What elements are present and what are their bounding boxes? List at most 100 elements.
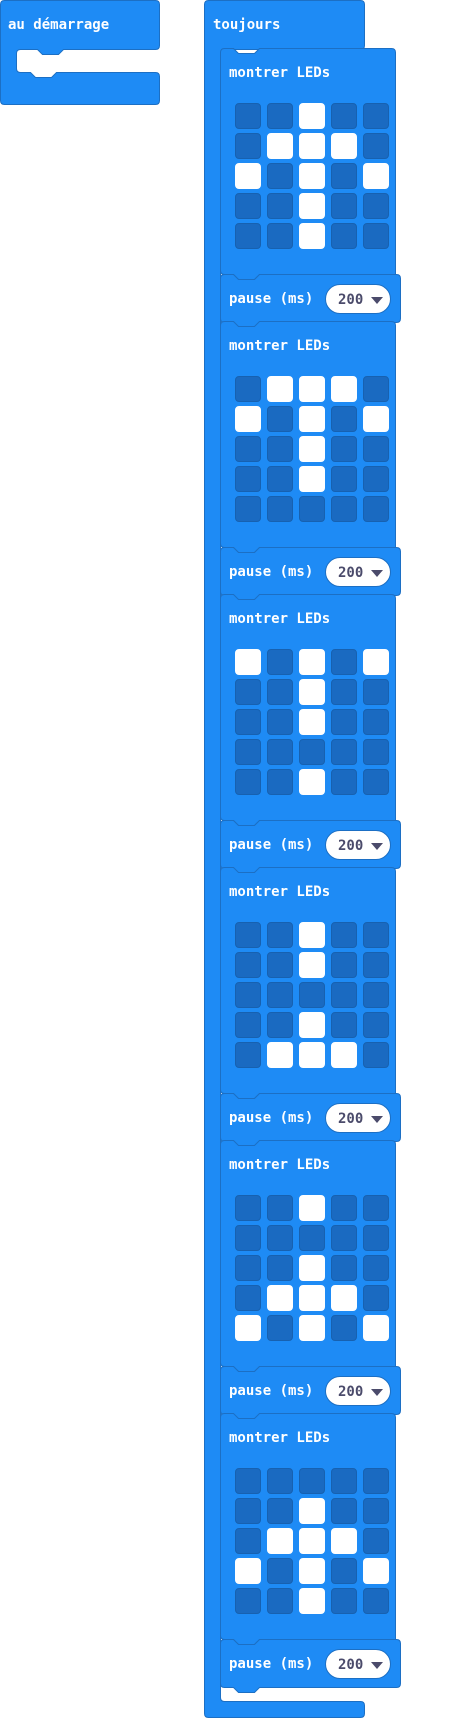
led-cell[interactable] xyxy=(267,1224,293,1251)
led-cell[interactable] xyxy=(331,1314,357,1341)
led-cell[interactable] xyxy=(267,465,293,492)
led-cell[interactable] xyxy=(235,1011,261,1038)
led-cell[interactable] xyxy=(331,222,357,249)
led-cell[interactable] xyxy=(267,921,293,948)
led-cell[interactable] xyxy=(267,495,293,522)
led-cell[interactable] xyxy=(299,951,325,978)
led-cell[interactable] xyxy=(363,921,389,948)
led-cell[interactable] xyxy=(235,1194,261,1221)
led-cell[interactable] xyxy=(363,375,389,402)
pause-duration-dropdown[interactable]: 200 xyxy=(325,556,391,587)
led-cell[interactable] xyxy=(363,981,389,1008)
led-cell[interactable] xyxy=(235,1041,261,1068)
led-cell[interactable] xyxy=(331,1254,357,1281)
led-cell[interactable] xyxy=(267,405,293,432)
blocks-workspace[interactable]: au démarrage toujours montrer LEDs pause … xyxy=(0,0,453,1718)
led-cell[interactable] xyxy=(363,1497,389,1524)
led-cell[interactable] xyxy=(331,495,357,522)
led-cell[interactable] xyxy=(299,1254,325,1281)
led-cell[interactable] xyxy=(267,132,293,159)
led-cell[interactable] xyxy=(331,951,357,978)
led-cell[interactable] xyxy=(299,1527,325,1554)
led-cell[interactable] xyxy=(299,768,325,795)
led-cell[interactable] xyxy=(363,192,389,219)
led-cell[interactable] xyxy=(267,708,293,735)
led-cell[interactable] xyxy=(235,1557,261,1584)
led-cell[interactable] xyxy=(363,738,389,765)
led-cell[interactable] xyxy=(299,921,325,948)
led-cell[interactable] xyxy=(235,1587,261,1614)
led-cell[interactable] xyxy=(267,1467,293,1494)
led-cell[interactable] xyxy=(331,1557,357,1584)
led-cell[interactable] xyxy=(331,1587,357,1614)
led-cell[interactable] xyxy=(267,192,293,219)
led-cell[interactable] xyxy=(363,1557,389,1584)
led-cell[interactable] xyxy=(267,738,293,765)
led-cell[interactable] xyxy=(331,1467,357,1494)
led-cell[interactable] xyxy=(235,708,261,735)
led-cell[interactable] xyxy=(299,1497,325,1524)
led-cell[interactable] xyxy=(299,1041,325,1068)
led-cell[interactable] xyxy=(267,951,293,978)
led-cell[interactable] xyxy=(331,435,357,462)
led-cell[interactable] xyxy=(235,1224,261,1251)
led-cell[interactable] xyxy=(363,1011,389,1038)
led-cell[interactable] xyxy=(235,921,261,948)
led-cell[interactable] xyxy=(331,1284,357,1311)
led-cell[interactable] xyxy=(363,1224,389,1251)
pause-duration-dropdown[interactable]: 200 xyxy=(325,1648,391,1679)
led-cell[interactable] xyxy=(235,435,261,462)
led-cell[interactable] xyxy=(235,1314,261,1341)
led-cell[interactable] xyxy=(235,102,261,129)
led-cell[interactable] xyxy=(363,1314,389,1341)
led-cell[interactable] xyxy=(267,162,293,189)
led-cell[interactable] xyxy=(267,768,293,795)
led-cell[interactable] xyxy=(267,1497,293,1524)
led-cell[interactable] xyxy=(363,162,389,189)
led-cell[interactable] xyxy=(299,375,325,402)
led-cell[interactable] xyxy=(331,738,357,765)
led-cell[interactable] xyxy=(299,1284,325,1311)
led-cell[interactable] xyxy=(235,951,261,978)
led-cell[interactable] xyxy=(299,162,325,189)
led-cell[interactable] xyxy=(299,102,325,129)
led-cell[interactable] xyxy=(331,768,357,795)
led-cell[interactable] xyxy=(235,981,261,1008)
led-cell[interactable] xyxy=(267,435,293,462)
led-cell[interactable] xyxy=(299,192,325,219)
led-cell[interactable] xyxy=(363,465,389,492)
led-cell[interactable] xyxy=(235,405,261,432)
led-cell[interactable] xyxy=(299,1587,325,1614)
led-cell[interactable] xyxy=(267,1011,293,1038)
led-cell[interactable] xyxy=(267,1587,293,1614)
led-cell[interactable] xyxy=(299,981,325,1008)
led-cell[interactable] xyxy=(267,1041,293,1068)
led-cell[interactable] xyxy=(267,1557,293,1584)
pause-duration-dropdown[interactable]: 200 xyxy=(325,283,391,314)
led-cell[interactable] xyxy=(363,708,389,735)
led-cell[interactable] xyxy=(363,495,389,522)
led-cell[interactable] xyxy=(235,1254,261,1281)
led-cell[interactable] xyxy=(299,465,325,492)
led-cell[interactable] xyxy=(299,495,325,522)
led-cell[interactable] xyxy=(331,708,357,735)
led-cell[interactable] xyxy=(299,1194,325,1221)
led-cell[interactable] xyxy=(267,648,293,675)
led-cell[interactable] xyxy=(267,1254,293,1281)
led-cell[interactable] xyxy=(235,222,261,249)
led-cell[interactable] xyxy=(267,222,293,249)
led-cell[interactable] xyxy=(363,1587,389,1614)
led-cell[interactable] xyxy=(363,222,389,249)
led-cell[interactable] xyxy=(299,1011,325,1038)
led-cell[interactable] xyxy=(331,648,357,675)
led-cell[interactable] xyxy=(331,1041,357,1068)
led-cell[interactable] xyxy=(363,768,389,795)
led-cell[interactable] xyxy=(299,1467,325,1494)
pause-duration-dropdown[interactable]: 200 xyxy=(325,1375,391,1406)
led-cell[interactable] xyxy=(331,162,357,189)
led-cell[interactable] xyxy=(267,102,293,129)
led-cell[interactable] xyxy=(363,1254,389,1281)
led-cell[interactable] xyxy=(299,1557,325,1584)
led-cell[interactable] xyxy=(235,465,261,492)
led-cell[interactable] xyxy=(299,435,325,462)
